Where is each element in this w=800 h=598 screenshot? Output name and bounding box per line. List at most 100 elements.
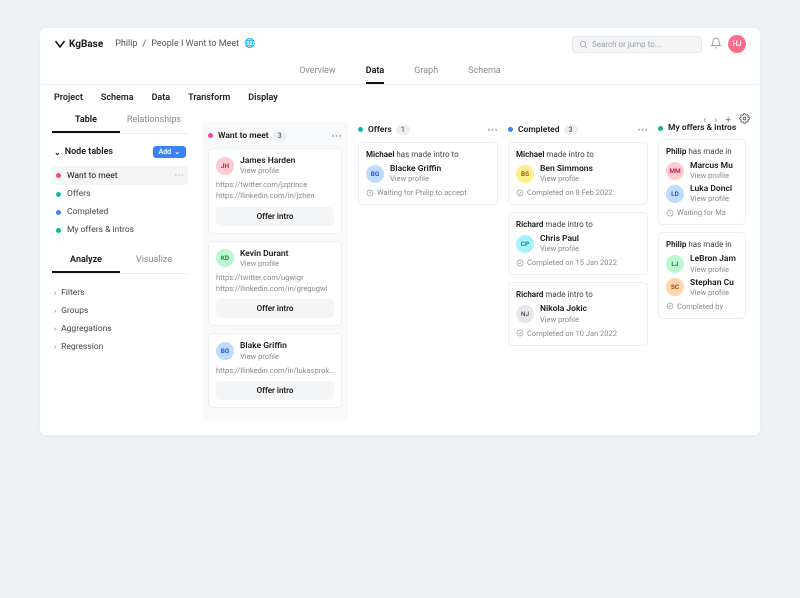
view-profile-link[interactable]: View profile	[540, 244, 579, 253]
gear-icon[interactable]	[739, 113, 750, 127]
links: https://twitter.com/ugwigrhttps://llinke…	[216, 272, 334, 295]
intro-text: Michael has made intro to	[366, 150, 490, 159]
person-name: Nikola Jokic	[540, 304, 587, 314]
view-profile-link[interactable]: View profile	[240, 166, 295, 175]
tab-data[interactable]: Data	[366, 60, 385, 84]
card-mine-1[interactable]: Philip has made in LJLeBron JamView prof…	[658, 232, 746, 318]
brand-text: KgBase	[69, 39, 103, 50]
card-completed-0[interactable]: Michael made intro to BSBen SimmonsView …	[508, 142, 648, 205]
side-tab-table[interactable]: Table	[52, 109, 120, 133]
node-offers[interactable]: Offers	[52, 185, 188, 203]
card-want-0[interactable]: JHJames HardenView profile https://twitt…	[208, 148, 342, 234]
secondary-tabs: Project Schema Data Transform Display	[40, 85, 760, 109]
intro-text: Philip has made in	[666, 240, 738, 249]
next-icon[interactable]: ›	[714, 115, 717, 126]
more-icon[interactable]: ⋯	[174, 170, 184, 181]
bell-icon[interactable]	[710, 37, 722, 52]
node-my-offers[interactable]: My offers & intros	[52, 221, 188, 239]
chevron-down-icon: ⌄	[54, 148, 61, 157]
tab-schema[interactable]: Schema	[468, 60, 501, 84]
breadcrumb-title: People I Want to Meet	[151, 39, 239, 49]
more-icon[interactable]: ⋯	[637, 123, 648, 136]
person-name: Luka Donci	[690, 184, 732, 194]
column-header: Completed 3 ⋯	[508, 121, 648, 142]
view-profile-link[interactable]: View profile	[240, 259, 289, 268]
breadcrumb[interactable]: Philip / People I Want to Meet 🌐	[115, 39, 255, 49]
column-header: Want to meet 3 ⋯	[208, 127, 342, 148]
tab-sec-schema[interactable]: Schema	[101, 93, 134, 109]
tool-filters[interactable]: ›Filters	[52, 284, 188, 302]
card-offer-0[interactable]: Michael has made intro to BGBlacke Griff…	[358, 142, 498, 205]
board-controls: ‹ › +	[703, 109, 750, 131]
tool-aggregations[interactable]: ›Aggregations	[52, 320, 188, 338]
node-completed[interactable]: Completed	[52, 203, 188, 221]
tab-sec-data[interactable]: Data	[152, 93, 171, 109]
count-badge: 1	[396, 125, 410, 135]
card-completed-1[interactable]: Richard made intro to CP Chris PaulView p…	[508, 212, 648, 275]
avatar: JH	[216, 157, 234, 175]
status: Waiting for Ma	[666, 208, 738, 217]
person-name: Blake Griffin	[240, 341, 287, 351]
analyze-tabs: Analyze Visualize	[52, 249, 188, 274]
search-placeholder: Search or jump to...	[592, 40, 661, 49]
column-offers: Offers 1 ⋯ Michael has made intro to BGB…	[358, 121, 498, 421]
person-name: Stephan Cu	[690, 278, 734, 288]
chevron-right-icon: ›	[54, 307, 56, 315]
topbar: KgBase Philip / People I Want to Meet 🌐 …	[40, 28, 760, 60]
person-name: James Harden	[240, 156, 295, 166]
node-want-to-meet[interactable]: Want to meet⋯	[52, 166, 188, 185]
tools: ›Filters ›Groups ›Aggregations ›Regressi…	[52, 284, 188, 356]
status: Completed on 10 Jan 2022	[516, 329, 640, 338]
node-tables-label: Node tables	[65, 147, 113, 157]
side-tab-relationships[interactable]: Relationships	[120, 109, 188, 133]
view-profile-link[interactable]: View profile	[240, 352, 287, 361]
clock-icon	[666, 209, 674, 217]
status: Waiting for Philip to accept	[366, 188, 490, 197]
tab-project[interactable]: Project	[54, 93, 83, 109]
plus-icon[interactable]: +	[725, 115, 731, 126]
offer-intro-button[interactable]: Offer intro	[216, 381, 334, 400]
tab-overview[interactable]: Overview	[299, 60, 335, 84]
tab-display[interactable]: Display	[248, 93, 277, 109]
node-tables-header[interactable]: ⌄ Node tables Add ⌄	[52, 142, 188, 162]
card-want-1[interactable]: KDKevin DurantView profile https://twitt…	[208, 241, 342, 327]
count-badge: 3	[564, 125, 578, 135]
logo[interactable]: KgBase	[54, 38, 103, 50]
offer-intro-button[interactable]: Offer intro	[216, 207, 334, 226]
search-icon	[579, 40, 588, 49]
avatar: BS	[516, 165, 534, 183]
add-button[interactable]: Add ⌄	[153, 146, 186, 158]
tab-visualize[interactable]: Visualize	[120, 249, 188, 273]
intro-text: Philip has made in	[666, 147, 738, 156]
tab-transform[interactable]: Transform	[188, 93, 230, 109]
view-profile-link[interactable]: View profile	[390, 174, 441, 183]
card-want-2[interactable]: BGBlake GriffinView profile https://llin…	[208, 333, 342, 407]
clock-icon	[366, 189, 374, 197]
sidebar: Table Relationships ⌄ Node tables Add ⌄ …	[40, 109, 200, 435]
board: ‹ › + Want to meet 3 ⋯ JHJam	[200, 109, 760, 435]
app-window: KgBase Philip / People I Want to Meet 🌐 …	[40, 28, 760, 435]
card-mine-0[interactable]: Philip has made in MMMarcus MuView profi…	[658, 139, 746, 225]
view-profile-link[interactable]: View profile	[540, 174, 593, 183]
body: Table Relationships ⌄ Node tables Add ⌄ …	[40, 109, 760, 435]
chevron-right-icon: ›	[54, 289, 56, 297]
avatar: LJ	[666, 255, 684, 273]
more-icon[interactable]: ⋯	[487, 123, 498, 136]
view-profile-link[interactable]: View profile	[540, 315, 587, 324]
tab-graph[interactable]: Graph	[414, 60, 438, 84]
person-name: Chris Paul	[540, 234, 579, 244]
user-avatar[interactable]: HJ	[728, 35, 746, 53]
avatar: LD	[666, 185, 684, 203]
avatar: CP	[516, 235, 534, 253]
intro-text: Richard made intro to	[516, 220, 640, 229]
prev-icon[interactable]: ‹	[703, 115, 706, 126]
column-want: Want to meet 3 ⋯ JHJames HardenView prof…	[202, 121, 348, 421]
status: Completed on 8 Feb 2022	[516, 188, 640, 197]
offer-intro-button[interactable]: Offer intro	[216, 299, 334, 318]
tool-regression[interactable]: ›Regression	[52, 338, 188, 356]
tab-analyze[interactable]: Analyze	[52, 249, 120, 273]
tool-groups[interactable]: ›Groups	[52, 302, 188, 320]
search-input[interactable]: Search or jump to...	[572, 36, 702, 53]
card-completed-2[interactable]: Richard made intro to NJNikola JokicView…	[508, 282, 648, 345]
more-icon[interactable]: ⋯	[331, 129, 342, 142]
